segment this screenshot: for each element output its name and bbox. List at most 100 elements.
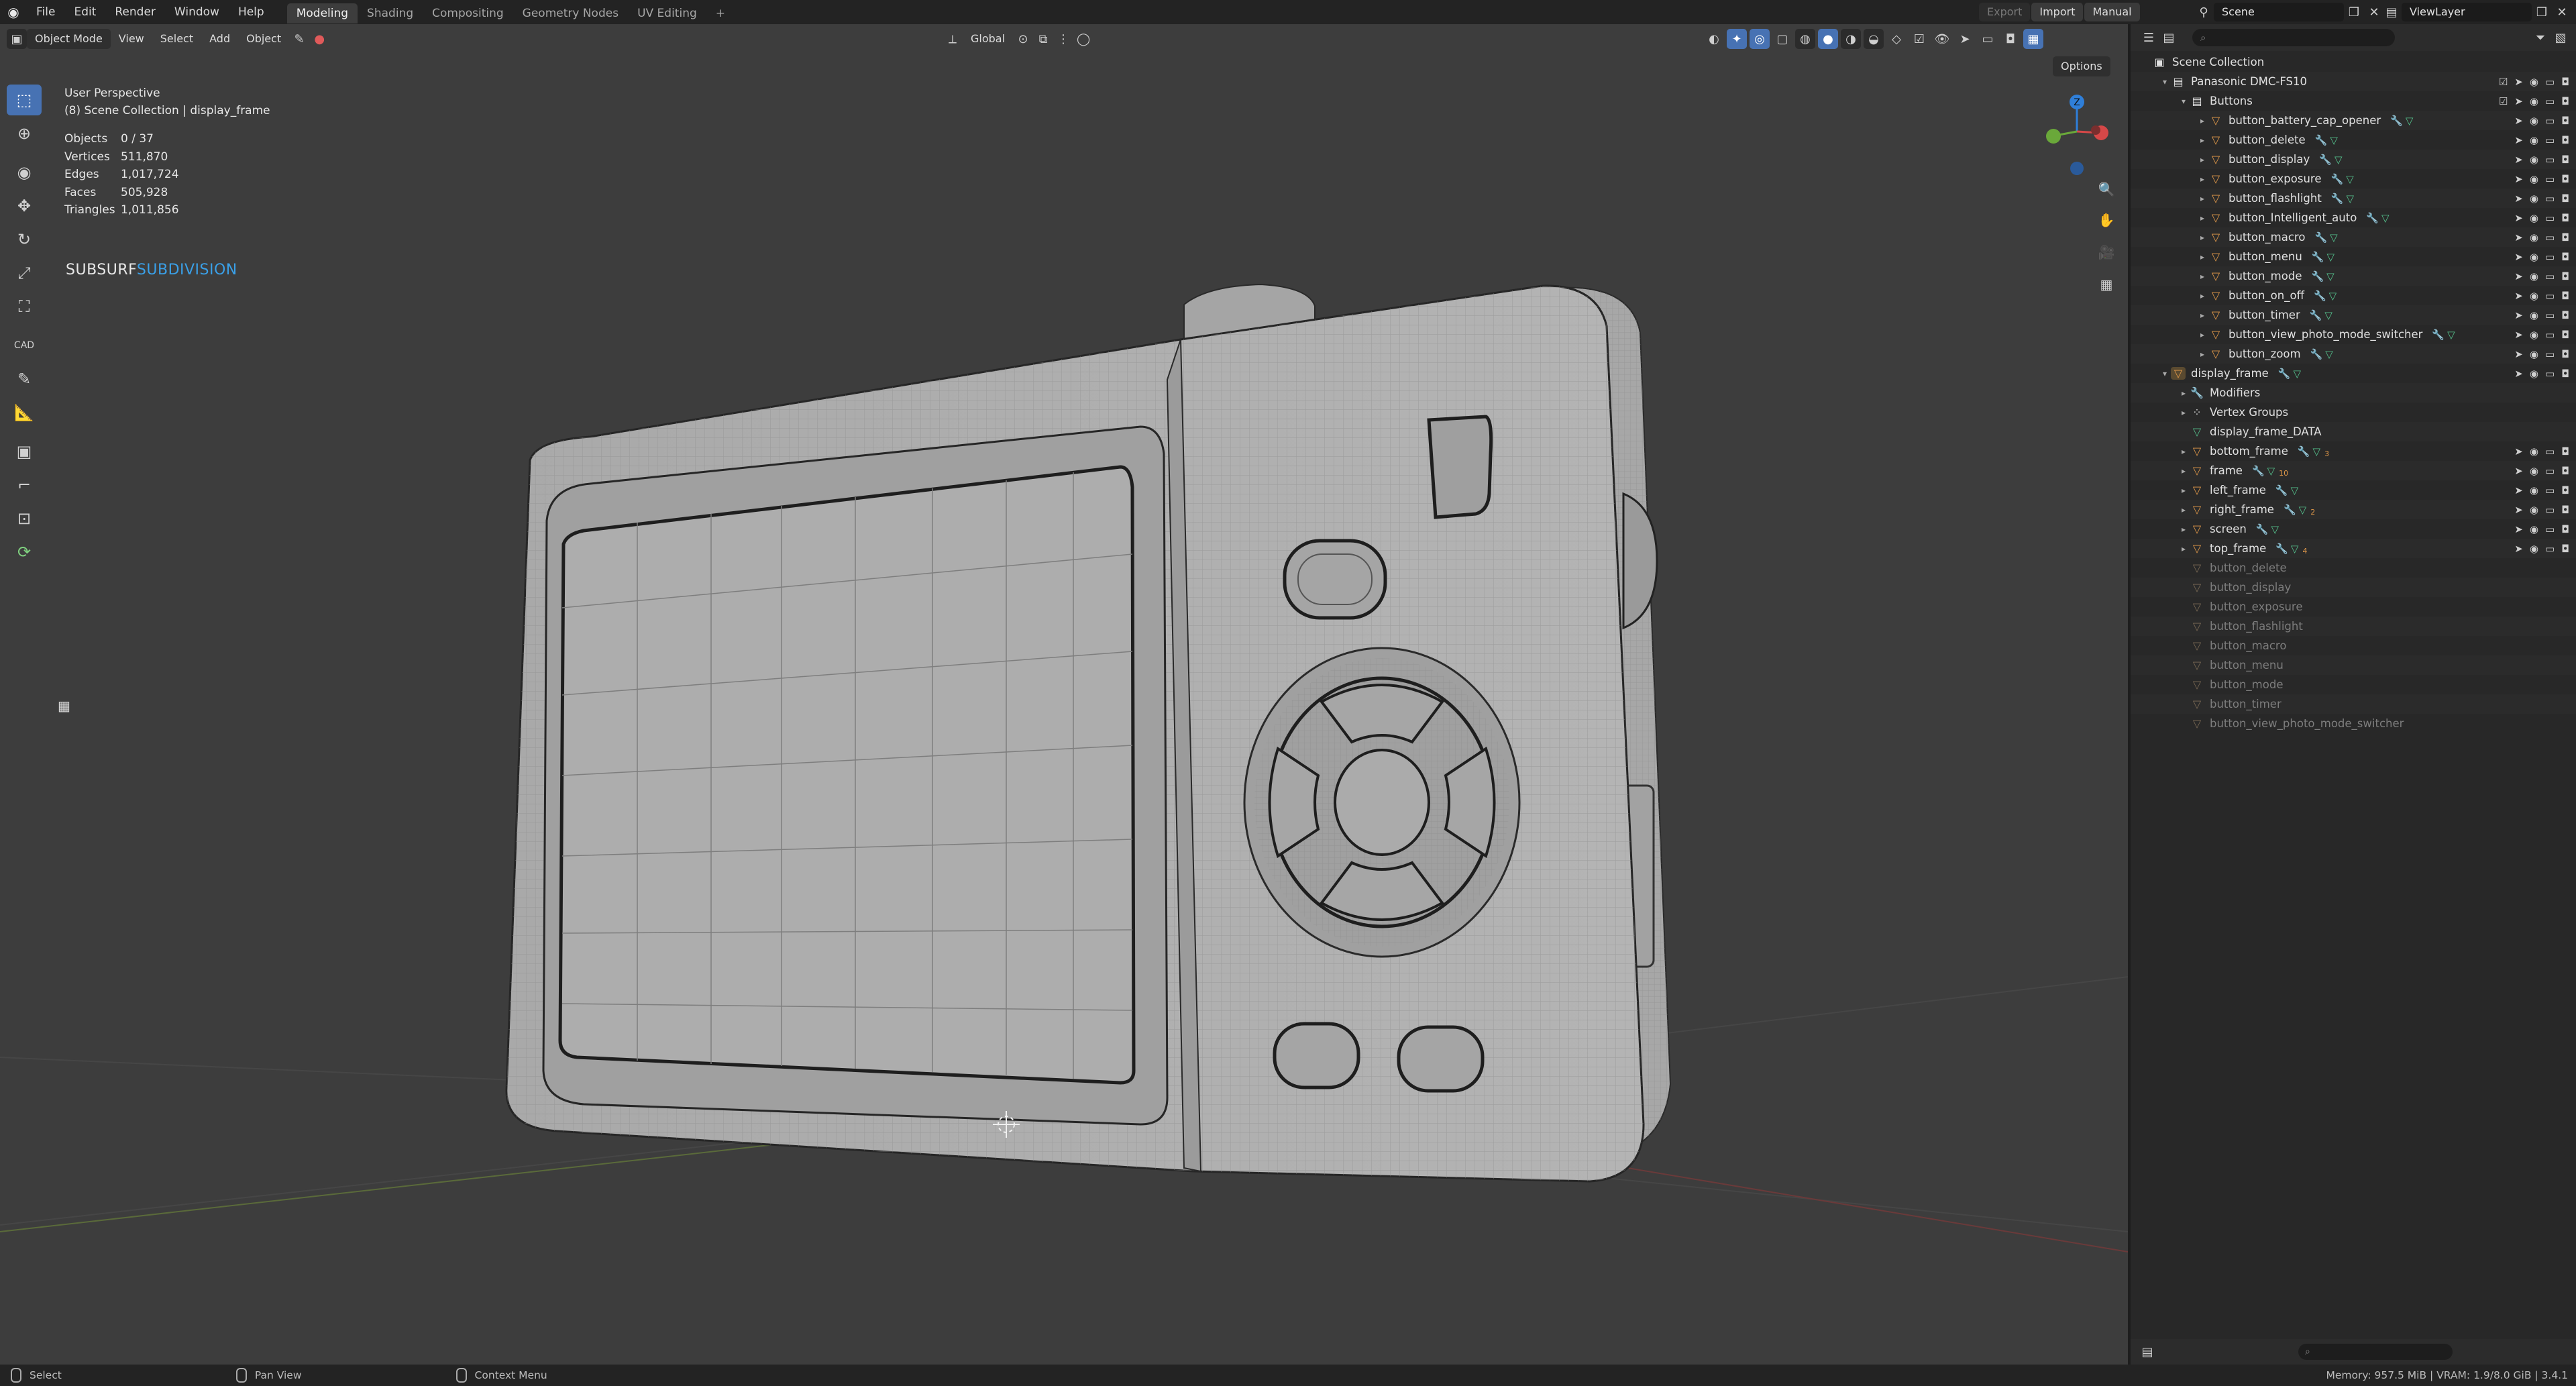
checkbox-icon[interactable]: ☑ — [2499, 76, 2508, 88]
outliner-ghost-row[interactable]: ▽ button_timer — [2131, 694, 2576, 714]
outliner-row[interactable]: ▸ ▽ frame 🔧▽ 10 ➤ ◉ ▭ ◘ — [2131, 461, 2576, 480]
select-arrow-icon[interactable]: ➤ — [2514, 504, 2523, 516]
outliner-ghost-row[interactable]: ▽ button_macro — [2131, 636, 2576, 655]
snap-icon[interactable]: ⧉ — [1033, 29, 1053, 49]
overlay-toggle-icon[interactable]: ◎ — [1750, 29, 1770, 49]
camera-icon[interactable]: ◘ — [2561, 231, 2569, 244]
menu-window[interactable]: Window — [165, 0, 229, 24]
visibility-filter-icon[interactable]: ◐ — [1704, 29, 1724, 49]
monitor-icon[interactable]: ▭ — [2545, 231, 2555, 244]
monitor-icon[interactable]: ▭ — [2545, 115, 2555, 127]
restriction-toggles[interactable]: ➤ ◉ ▭ ◘ — [2514, 286, 2569, 305]
outliner-row[interactable]: ▸ ▽ button_Intelligent_auto 🔧▽ ➤ ◉ ▭ ◘ — [2131, 208, 2576, 227]
expand-arrow-icon[interactable]: ▸ — [2178, 525, 2190, 534]
blender-logo-icon[interactable]: ◉ — [0, 4, 27, 20]
select-arrow-icon[interactable]: ➤ — [2514, 543, 2523, 555]
manual-button[interactable]: Manual — [2084, 3, 2140, 21]
expand-arrow-icon[interactable]: ▸ — [2178, 447, 2190, 456]
outliner-ghost-row[interactable]: ▽ button_view_photo_mode_switcher — [2131, 714, 2576, 733]
expand-arrow-icon[interactable]: ▸ — [2196, 233, 2208, 242]
expand-arrow-icon[interactable]: ▸ — [2196, 155, 2208, 164]
menu-file[interactable]: File — [27, 0, 64, 24]
outliner-row[interactable]: ▸ ▽ left_frame 🔧▽ ➤ ◉ ▭ ◘ — [2131, 480, 2576, 500]
camera-icon[interactable]: ◘ — [2561, 523, 2569, 535]
menu-render[interactable]: Render — [105, 0, 165, 24]
select-arrow-icon[interactable]: ➤ — [2514, 329, 2523, 341]
monitor-icon[interactable]: ▭ — [2545, 95, 2555, 107]
copy-scene-icon[interactable]: ❐ — [2344, 2, 2364, 22]
expand-arrow-icon[interactable]: ▸ — [2196, 213, 2208, 223]
bend-tool-icon[interactable]: ⌐ — [7, 470, 42, 500]
outliner-row[interactable]: ▽ display_frame_DATA — [2131, 422, 2576, 441]
checkbox-icon[interactable]: ☑ — [2499, 95, 2508, 107]
camera-icon[interactable]: ◘ — [2561, 154, 2569, 166]
add-cube-tool-icon[interactable]: ▣ — [7, 436, 42, 467]
restriction-toggles[interactable]: ➤ ◉ ▭ ◘ — [2514, 480, 2569, 500]
select-arrow-icon[interactable]: ➤ — [2514, 231, 2523, 244]
rotate-tool-icon[interactable]: ↻ — [7, 224, 42, 255]
eye-icon[interactable]: ◉ — [2530, 231, 2538, 244]
gizmo-toggle-icon[interactable]: ✦ — [1727, 29, 1747, 49]
outliner-row[interactable]: ▸ ▽ button_flashlight 🔧▽ ➤ ◉ ▭ ◘ — [2131, 189, 2576, 208]
select-arrow-icon[interactable]: ➤ — [2514, 173, 2523, 185]
select-arrow-icon[interactable]: ➤ — [2514, 484, 2523, 496]
outliner-row[interactable]: ▾ ▽ display_frame 🔧▽ ➤ ◉ ▭ ◘ — [2131, 364, 2576, 383]
outliner-row[interactable]: ▸ ▽ button_delete 🔧▽ ➤ ◉ ▭ ◘ — [2131, 130, 2576, 150]
select-arrow-icon[interactable]: ➤ — [2514, 134, 2523, 146]
tab-modeling[interactable]: Modeling — [286, 3, 358, 23]
monitor-icon[interactable]: ▭ — [2545, 484, 2555, 496]
wireframe-shading-icon[interactable]: ◍ — [1795, 29, 1815, 49]
eye-icon[interactable]: ◉ — [2530, 523, 2538, 535]
monitor-icon[interactable]: ▭ — [2545, 504, 2555, 516]
addon-icon[interactable]: ◇ — [1886, 29, 1907, 49]
3d-viewport[interactable]: ▣ Object Mode View Select Add Object ✎ ●… — [0, 24, 2128, 1365]
expand-arrow-icon[interactable]: ▸ — [2178, 544, 2190, 553]
outliner-ghost-row[interactable]: ▽ button_display — [2131, 578, 2576, 597]
record-icon[interactable]: ● — [309, 29, 329, 49]
monitor-icon[interactable]: ▭ — [2545, 348, 2555, 360]
camera-icon[interactable]: ◘ — [2561, 193, 2569, 205]
select-arrow-icon[interactable]: ➤ — [2514, 95, 2523, 107]
camera-icon[interactable]: ◘ — [2561, 270, 2569, 282]
restriction-toggles[interactable]: ☑ ➤ ◉ ▭ ◘ — [2499, 91, 2569, 111]
expand-arrow-icon[interactable]: ▸ — [2178, 505, 2190, 515]
addon-side-icon[interactable]: ▦ — [58, 698, 70, 714]
scene-name-field[interactable]: Scene — [2214, 3, 2344, 21]
expand-arrow-icon[interactable]: ▸ — [2196, 330, 2208, 339]
select-arrow-icon[interactable]: ➤ — [2514, 348, 2523, 360]
monitor-icon[interactable]: ▭ — [2545, 329, 2555, 341]
expand-arrow-icon[interactable]: ▸ — [2196, 272, 2208, 281]
properties-editor-icon[interactable]: ▤ — [2137, 1342, 2157, 1362]
outliner-row[interactable]: ▾ ▤ Buttons ☑ ➤ ◉ ▭ ◘ — [2131, 91, 2576, 111]
select-arrow-icon[interactable]: ➤ — [2514, 445, 2523, 458]
select-arrow-icon[interactable]: ➤ — [2514, 368, 2523, 380]
outliner-row[interactable]: ▸ 🔧 Modifiers — [2131, 383, 2576, 403]
restriction-toggles[interactable]: ➤ ◉ ▭ ◘ — [2514, 519, 2569, 539]
monitor-icon[interactable]: ▭ — [1978, 29, 1998, 49]
eye-icon[interactable]: ◉ — [2530, 465, 2538, 477]
restriction-toggles[interactable]: ➤ ◉ ▭ ◘ — [2514, 111, 2569, 130]
camera-icon[interactable]: ◘ — [2561, 251, 2569, 263]
expand-arrow-icon[interactable]: ▾ — [2178, 97, 2190, 106]
view-menu[interactable]: View — [111, 29, 152, 49]
select-arrow-icon[interactable]: ➤ — [2514, 290, 2523, 302]
scale-tool-icon[interactable]: ⤢ — [7, 258, 42, 288]
eye-icon[interactable]: ◉ — [2530, 251, 2538, 263]
close-view-layer-icon[interactable]: ✕ — [2552, 2, 2572, 22]
monitor-icon[interactable]: ▭ — [2545, 445, 2555, 458]
restriction-toggles[interactable]: ➤ ◉ ▭ ◘ — [2514, 325, 2569, 344]
material-shading-icon[interactable]: ◑ — [1841, 29, 1861, 49]
outliner-row[interactable]: ▸ ▽ bottom_frame 🔧▽ 3 ➤ ◉ ▭ ◘ — [2131, 441, 2576, 461]
menu-edit[interactable]: Edit — [64, 0, 105, 24]
camera-icon[interactable]: ◘ — [2561, 309, 2569, 321]
import-button[interactable]: Import — [2031, 3, 2084, 21]
monitor-icon[interactable]: ▭ — [2545, 523, 2555, 535]
shrink-tool-icon[interactable]: ⊡ — [7, 503, 42, 534]
measure-tool-icon[interactable]: 📐 — [7, 397, 42, 428]
select-arrow-icon[interactable]: ➤ — [2514, 523, 2523, 535]
zoom-view-icon[interactable]: 🔍 — [2094, 177, 2118, 201]
camera-icon[interactable]: ◘ — [2561, 290, 2569, 302]
camera-icon[interactable]: ◘ — [2561, 134, 2569, 146]
camera-icon[interactable]: ◘ — [2561, 445, 2569, 458]
camera-view-icon[interactable]: 🎥 — [2094, 240, 2118, 264]
